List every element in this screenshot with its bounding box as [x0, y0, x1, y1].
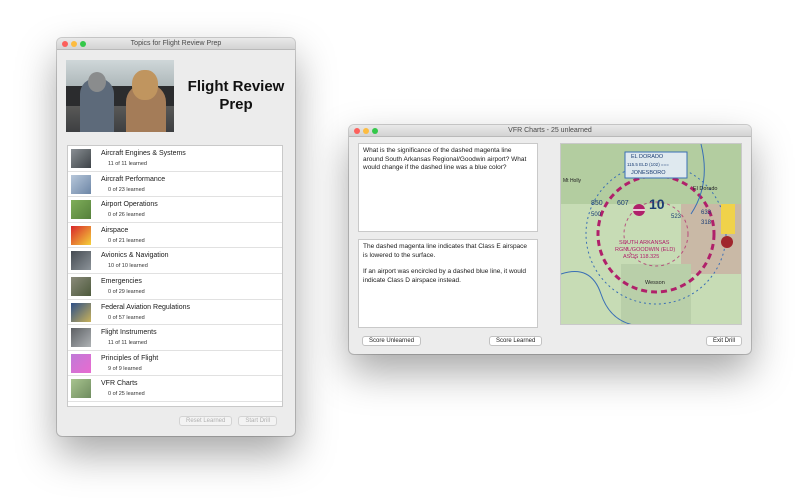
chart-num-633: 633 [701, 210, 712, 216]
topic-row[interactable]: Principles of Flight 9 of 9 learned [68, 351, 282, 377]
topic-count: 0 of 57 learned [108, 314, 145, 321]
topic-row[interactable]: Avionics & Navigation 10 of 10 learned [68, 248, 282, 274]
chart-label-wesson: Wesson [645, 280, 665, 286]
avionics-icon [71, 251, 91, 271]
topic-list[interactable]: Aircraft Engines & Systems 11 of 11 learn… [67, 145, 283, 407]
topic-count: 0 of 25 learned [108, 391, 145, 398]
chart-label-town: El Dorado [693, 186, 718, 192]
drill-window: VFR Charts - 25 unlearned What is the si… [349, 125, 751, 354]
zoom-window-button[interactable] [80, 41, 86, 47]
app-title: Flight Review Prep [187, 78, 285, 113]
topic-row[interactable]: Flight Instruments 11 of 11 learned [68, 325, 282, 351]
window-title: VFR Charts - 25 unlearned [508, 127, 592, 134]
close-window-button[interactable] [62, 41, 68, 47]
question-label: What is the significance of the dashed m… [363, 147, 527, 171]
engine-icon [71, 149, 91, 168]
wing-icon [71, 353, 91, 373]
exit-drill-button[interactable]: Exit Drill [706, 336, 742, 346]
answer-paragraph-2: If an airport was encircled by a dashed … [363, 268, 526, 284]
topic-count: 11 of 11 learned [108, 161, 147, 167]
chart-label-mt-holly: Mt Holly [563, 178, 582, 184]
chart-num-607: 607 [617, 200, 629, 207]
topic-count: 11 of 11 learned [108, 340, 147, 347]
chart-num-318: 318 [701, 220, 712, 226]
airport-icon [71, 200, 91, 220]
topic-count: 0 of 23 learned [108, 186, 145, 193]
minimize-window-button[interactable] [363, 128, 369, 134]
question-text: What is the significance of the dashed m… [358, 143, 538, 232]
topic-name: Flight Instruments [101, 329, 157, 337]
chart-num-850: 850 [591, 200, 603, 207]
airspace-icon [71, 225, 91, 245]
titlebar: VFR Charts - 25 unlearned [349, 125, 751, 137]
chart-num-10: 10 [649, 196, 665, 212]
topic-name: Airspace [101, 226, 129, 234]
topic-row[interactable]: Emergencies 0 of 29 learned [68, 274, 282, 300]
topic-name: Aircraft Engines & Systems [101, 150, 186, 157]
cockpit-photo [66, 60, 174, 132]
topic-count: 0 of 29 learned [108, 288, 145, 295]
chart-label-airport: SOUTH ARKANSAS [619, 240, 670, 246]
topic-name: VFR Charts [101, 380, 138, 388]
topic-row[interactable]: Aircraft Performance 0 of 23 learned [68, 172, 282, 198]
topic-row[interactable]: Aircraft Engines & Systems 11 of 11 learn… [68, 146, 282, 172]
topic-name: Aircraft Performance [101, 175, 166, 183]
topic-name: Principles of Flight [101, 354, 159, 362]
header: Flight Review Prep [57, 50, 295, 148]
topic-row[interactable]: Federal Aviation Regulations 0 of 57 lear… [68, 300, 282, 326]
topic-count: 9 of 9 learned [108, 365, 142, 372]
chart-num-500: 500 [591, 212, 602, 218]
chart-label-jonesboro: JONESBORO [631, 170, 666, 176]
window-title: Topics for Flight Review Prep [130, 40, 222, 47]
sectional-chart-image: EL DORADO 115.5 ELD (102) === JONESBORO … [560, 143, 742, 325]
faa-seal-icon [71, 302, 91, 322]
topic-name: Airport Operations [101, 201, 158, 209]
chart-label-airport-2: RGNL/GOODWIN (ELD) [615, 247, 676, 253]
topic-name: Federal Aviation Regulations [101, 303, 190, 311]
chart-icon [71, 379, 91, 399]
topic-count: 10 of 10 learned [108, 263, 148, 270]
performance-icon [71, 174, 91, 194]
topic-row[interactable]: VFR Charts 0 of 25 learned [68, 376, 282, 402]
titlebar: Topics for Flight Review Prep [57, 38, 295, 50]
start-drill-button[interactable]: Start Drill [238, 416, 278, 426]
chart-label-asos: ASOS 118.325 [623, 254, 660, 260]
topic-count: 0 of 26 learned [108, 212, 145, 219]
topic-name: Avionics & Navigation [101, 252, 169, 260]
chart-label-freq: 115.5 ELD (102) === [627, 162, 669, 167]
score-learned-button[interactable]: Score Learned [489, 336, 543, 346]
topic-count: 0 of 21 learned [108, 237, 145, 244]
instruments-icon [71, 328, 91, 348]
answer-text: The dashed magenta line indicates that C… [358, 239, 538, 328]
emergency-icon [71, 276, 91, 296]
minimize-window-button[interactable] [71, 41, 77, 47]
chart-num-523: 523 [671, 214, 682, 220]
zoom-window-button[interactable] [372, 128, 378, 134]
chart-label-el-dorado: EL DORADO [631, 154, 664, 160]
close-window-button[interactable] [354, 128, 360, 134]
answer-paragraph-1: The dashed magenta line indicates that C… [363, 243, 528, 259]
score-unlearned-button[interactable]: Score Unlearned [362, 336, 422, 346]
reset-learned-button[interactable]: Reset Learned [179, 416, 233, 426]
topics-window: Topics for Flight Review Prep Flight Rev… [57, 38, 295, 436]
topic-row[interactable]: Airport Operations 0 of 26 learned [68, 197, 282, 223]
topic-name: Emergencies [101, 277, 142, 285]
topic-row[interactable]: Airspace 0 of 21 learned [68, 223, 282, 249]
